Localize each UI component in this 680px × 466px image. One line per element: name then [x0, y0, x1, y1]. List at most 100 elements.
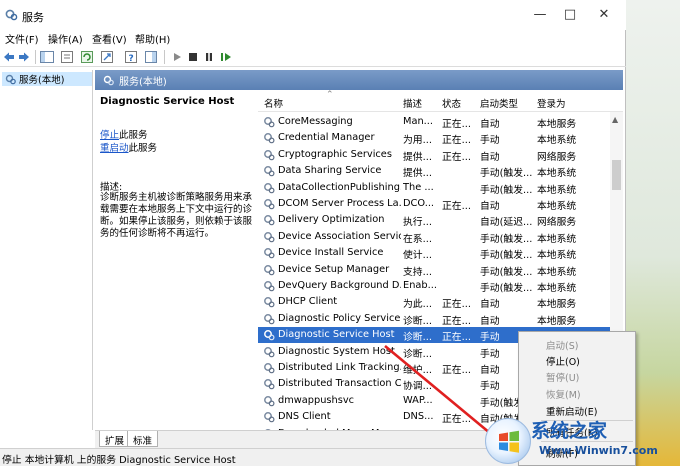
menu-file[interactable]: 文件(F): [5, 31, 39, 46]
back-arrow-icon[interactable]: [3, 50, 15, 64]
title-bar: 服务 — □ ✕: [0, 0, 626, 30]
cell-desc: 提供...: [403, 151, 432, 163]
column-header-row: ⌃ 名称 描述 状态 启动类型 登录为: [258, 90, 623, 112]
properties-icon[interactable]: [60, 50, 74, 64]
cell-startup: 手动(触发...: [480, 250, 533, 262]
scroll-up-arrow-icon[interactable]: ▲: [612, 115, 618, 124]
table-row[interactable]: Delivery Optimization 执行... 自动(延迟... 网络服务: [258, 212, 610, 228]
cell-desc: 执行...: [403, 217, 432, 229]
restart-service-icon[interactable]: [220, 50, 232, 64]
maximize-button[interactable]: □: [556, 4, 584, 26]
service-gear-icon: [264, 313, 275, 325]
cell-desc: Man...: [403, 116, 434, 127]
cell-logon: 本地系统: [537, 233, 577, 245]
service-gear-icon: [264, 412, 275, 423]
cell-desc: DCO...: [403, 198, 435, 209]
cell-desc: 诊断...: [403, 348, 432, 360]
tab-standard[interactable]: 标准: [127, 431, 159, 447]
cell-desc: 使计...: [403, 250, 432, 262]
table-row[interactable]: DataCollectionPublishing... The ... 手动(触发.…: [258, 180, 610, 196]
context-menu-item[interactable]: 停止(O): [546, 354, 580, 368]
cell-startup: 自动(延迟...: [480, 217, 533, 229]
column-header-status[interactable]: 状态: [442, 96, 461, 110]
service-gear-icon: [264, 379, 275, 390]
table-row[interactable]: CoreMessaging Man... 正在... 自动 本地服务: [258, 114, 610, 130]
services-gear-icon: [5, 74, 16, 84]
cell-status: 正在...: [442, 119, 471, 130]
context-menu-item[interactable]: 恢复(M): [546, 387, 581, 401]
table-row[interactable]: DCOM Server Process La... DCO... 正在... 自动 本地…: [258, 196, 610, 212]
cell-desc: 支持...: [403, 266, 432, 278]
tab-extended[interactable]: 扩展: [99, 431, 131, 447]
windows-logo-icon: [485, 418, 531, 464]
cell-status: 正在...: [442, 315, 471, 327]
pause-service-icon[interactable]: [204, 50, 214, 64]
services-gear-icon: [103, 75, 114, 85]
cell-logon: 网络服务: [537, 151, 577, 163]
forward-arrow-icon[interactable]: [18, 50, 30, 64]
help-icon[interactable]: ?: [124, 50, 138, 64]
panel-header: 服务(本地): [95, 70, 623, 90]
service-gear-icon: [264, 248, 275, 259]
service-gear-icon: [264, 215, 275, 226]
console-tree-icon[interactable]: [40, 50, 54, 64]
cell-status: 正在...: [442, 414, 471, 426]
cell-logon: 本地系统: [537, 283, 577, 294]
table-row[interactable]: Data Sharing Service 提供... 手动(触发... 本地系统: [258, 163, 610, 179]
restart-service-link[interactable]: 重启动: [100, 143, 129, 154]
start-service-icon[interactable]: [172, 50, 182, 64]
cell-name: DNS Client: [278, 411, 331, 423]
scrollbar-thumb[interactable]: [612, 160, 621, 190]
menu-view[interactable]: 查看(V): [92, 31, 127, 46]
service-gear-icon: [264, 346, 275, 357]
cell-startup: 手动(触发...: [480, 266, 533, 278]
context-menu-item[interactable]: 启动(S): [546, 338, 578, 352]
cell-logon: 本地系统: [537, 135, 577, 147]
cell-name: Credential Manager: [278, 132, 375, 144]
toolbar-separator: [35, 50, 36, 64]
table-row[interactable]: DevQuery Background D... Enab... 手动(触发... 本…: [258, 278, 610, 294]
cell-startup: 自动: [480, 119, 500, 130]
refresh-icon[interactable]: [80, 50, 94, 64]
table-row[interactable]: Diagnostic Policy Service 诊断... 正在... 自动 本地服…: [258, 311, 610, 327]
show-hide-action-pane-icon[interactable]: [144, 50, 158, 64]
cell-name: Cryptographic Services: [278, 148, 392, 160]
cell-startup: 手动(触发...: [480, 168, 533, 180]
table-row[interactable]: Credential Manager 为用... 正在... 手动 本地系统: [258, 130, 610, 146]
table-row[interactable]: Cryptographic Services 提供... 正在... 自动 网络服务: [258, 147, 610, 163]
cell-status: 正在...: [442, 332, 471, 344]
service-gear-icon: [264, 149, 275, 161]
cell-startup: 自动: [480, 151, 500, 163]
column-header-startup-type[interactable]: 启动类型: [480, 96, 518, 110]
table-row[interactable]: DHCP Client 为此... 正在... 自动 本地服务: [258, 294, 610, 310]
service-gear-icon: [264, 231, 275, 243]
stop-service-icon[interactable]: [188, 50, 198, 64]
export-list-icon[interactable]: [100, 50, 114, 64]
menu-bar: 文件(F) 操作(A) 查看(V) 帮助(H): [0, 30, 626, 46]
cell-name: Device Install Service: [278, 247, 384, 259]
cell-startup: 自动: [480, 201, 500, 212]
cell-status: 正在...: [442, 151, 471, 163]
service-gear-icon: [264, 297, 275, 308]
site-watermark: 系统之家 Www.Winwin7.com: [485, 412, 680, 466]
close-button[interactable]: ✕: [590, 4, 618, 26]
column-header-log-on-as[interactable]: 登录为: [537, 96, 566, 110]
service-gear-icon: [264, 363, 275, 374]
cell-name: Delivery Optimization: [278, 214, 385, 226]
tree-node-label: 服务(本地): [19, 75, 65, 86]
table-row[interactable]: Device Install Service 使计... 手动(触发... 本地系统: [258, 245, 610, 261]
watermark-brand: 系统之家: [531, 420, 608, 442]
cell-startup: 手动(触发...: [480, 283, 533, 294]
tree-node-services-local[interactable]: 服务(本地): [2, 72, 92, 86]
cell-desc: 诊断...: [403, 332, 432, 344]
column-header-name[interactable]: 名称: [264, 96, 283, 110]
table-row[interactable]: Device Setup Manager 支持... 手动(触发... 本地系统: [258, 262, 610, 278]
cell-desc: 为用...: [403, 135, 432, 147]
cell-name: Data Sharing Service: [278, 165, 382, 177]
column-header-description[interactable]: 描述: [403, 96, 422, 110]
menu-action[interactable]: 操作(A): [48, 31, 83, 46]
minimize-button[interactable]: —: [526, 4, 554, 26]
context-menu-item[interactable]: 暂停(U): [546, 370, 579, 384]
menu-help[interactable]: 帮助(H): [135, 31, 170, 46]
table-row[interactable]: Device Association Service 在系... 手动(触发... 本…: [258, 229, 610, 245]
